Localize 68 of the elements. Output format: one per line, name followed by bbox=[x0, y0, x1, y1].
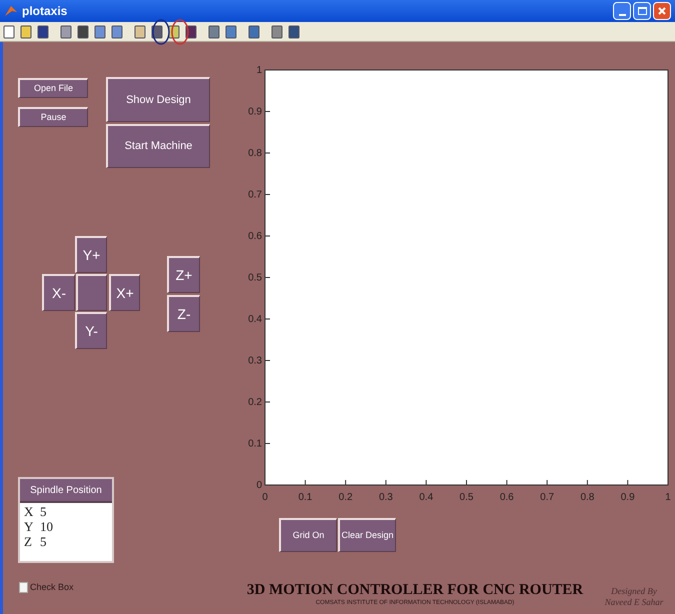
toolbar-icon[interactable] bbox=[19, 24, 33, 38]
x-tick-label: 0.4 bbox=[419, 492, 434, 503]
footer-title: 3D MOTION CONTROLLER FOR CNC ROUTER bbox=[246, 582, 584, 599]
jog-center-button[interactable] bbox=[76, 274, 107, 311]
y-tick-label: 0.4 bbox=[248, 314, 262, 325]
y-tick-label: 0.3 bbox=[248, 356, 262, 366]
annotation-ellipse bbox=[151, 18, 171, 46]
app-icon bbox=[4, 4, 18, 18]
axis-value: 5 bbox=[40, 504, 46, 519]
panel-title: Spindle Position bbox=[30, 484, 102, 498]
toolbar-icon[interactable] bbox=[59, 24, 73, 38]
y-tick-label: 1 bbox=[256, 65, 262, 76]
checkbox-label: Check Box bbox=[30, 581, 74, 594]
toolbar-icon[interactable] bbox=[76, 24, 90, 38]
axis-label: X bbox=[24, 504, 34, 519]
y-tick-label: 0.7 bbox=[248, 190, 262, 200]
maximize-button[interactable] bbox=[633, 2, 651, 20]
checkbox[interactable] bbox=[19, 582, 28, 594]
toolbar-icon[interactable] bbox=[287, 24, 301, 38]
x-tick-label: 0.7 bbox=[540, 492, 554, 503]
x-tick-label: 1 bbox=[665, 492, 671, 503]
y-minus-button[interactable]: Y- bbox=[75, 312, 107, 349]
y-tick-label: 0.1 bbox=[248, 438, 262, 450]
x-tick-label: 0.6 bbox=[500, 492, 514, 503]
toolbar-icon[interactable] bbox=[93, 24, 107, 38]
z-plus-button[interactable]: Z+ bbox=[167, 256, 200, 293]
y-tick-label: 0.2 bbox=[248, 397, 262, 408]
author-name: Naveed E Sahar bbox=[604, 597, 664, 608]
grid-on-button[interactable]: Grid On bbox=[279, 518, 337, 552]
x-plus-button[interactable]: X+ bbox=[109, 274, 140, 311]
axis-value: 5 bbox=[40, 534, 46, 549]
toolbar-icon[interactable] bbox=[224, 24, 238, 38]
toolbar-icon[interactable] bbox=[133, 24, 147, 38]
x-minus-button[interactable]: X- bbox=[42, 274, 75, 311]
axis-label: Y bbox=[24, 519, 34, 534]
minimize-button[interactable] bbox=[613, 2, 631, 20]
y-tick-label: 0.5 bbox=[248, 272, 262, 284]
pause-button[interactable]: Pause bbox=[18, 107, 88, 127]
y-tick-label: 0 bbox=[256, 480, 262, 491]
toolbar-icon[interactable] bbox=[2, 24, 16, 38]
toolbar-icon[interactable] bbox=[36, 24, 50, 38]
show-design-button[interactable]: Show Design bbox=[106, 77, 210, 122]
credit-label: Designed By bbox=[611, 586, 657, 597]
y-plus-button[interactable]: Y+ bbox=[75, 236, 107, 273]
toolbar-icon[interactable] bbox=[270, 24, 284, 38]
x-tick-label: 0.3 bbox=[378, 492, 393, 503]
x-tick-label: 0.2 bbox=[338, 492, 353, 503]
toolbar-icon[interactable] bbox=[207, 24, 221, 38]
open-file-button[interactable]: Open File bbox=[18, 78, 88, 98]
axis-value: 10 bbox=[40, 519, 53, 534]
clear-design-button[interactable]: Clear Design bbox=[338, 518, 396, 552]
x-tick-label: 0.5 bbox=[460, 492, 474, 503]
annotation-ellipse bbox=[170, 18, 190, 46]
x-tick-label: 0.9 bbox=[620, 492, 635, 503]
window-title: plotaxis bbox=[22, 3, 68, 20]
y-tick-label: 0.8 bbox=[248, 148, 262, 159]
close-button[interactable] bbox=[653, 2, 671, 20]
axis-label: Z bbox=[24, 534, 33, 549]
y-tick-label: 0.6 bbox=[248, 231, 262, 242]
toolbar-icon[interactable] bbox=[110, 24, 124, 38]
start-machine-button[interactable]: Start Machine bbox=[106, 124, 210, 168]
toolbar-icon[interactable] bbox=[247, 24, 261, 38]
x-tick-label: 0.1 bbox=[298, 492, 312, 503]
z-minus-button[interactable]: Z- bbox=[167, 295, 200, 332]
x-tick-label: 0 bbox=[262, 492, 268, 503]
x-tick-label: 0.8 bbox=[580, 492, 594, 503]
close-icon bbox=[657, 6, 667, 16]
y-tick-label: 0.9 bbox=[248, 106, 262, 118]
